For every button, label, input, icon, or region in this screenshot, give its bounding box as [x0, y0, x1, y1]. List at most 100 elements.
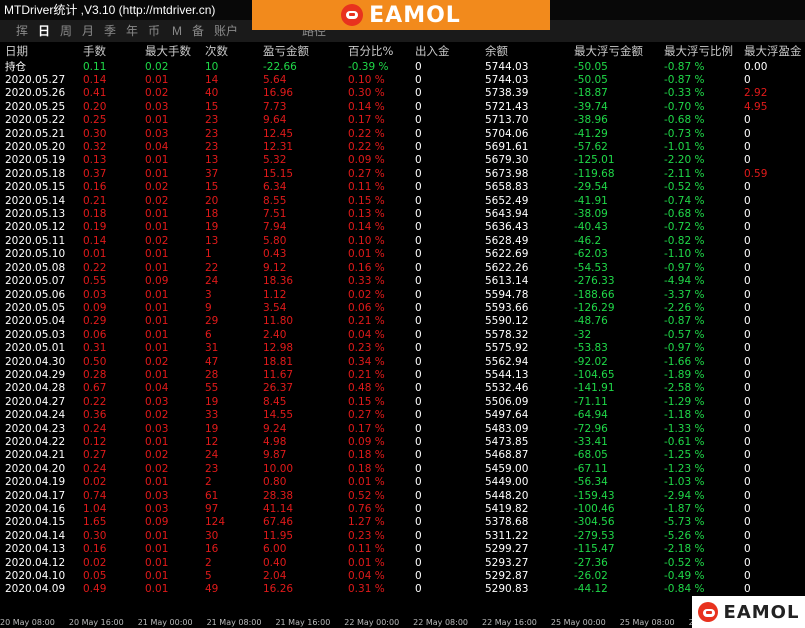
table-row[interactable]: 2020.04.20 0.24 0.02 23 10.00 0.18 % 0 5459.00 -… — [2, 463, 804, 476]
table-cell: -0.70 % — [664, 100, 705, 113]
column-header[interactable]: 最大浮亏比例 — [661, 43, 741, 59]
table-cell: 0 — [744, 301, 751, 314]
table-cell: 5713.70 — [485, 114, 529, 127]
table-row[interactable]: 2020.04.21 0.27 0.02 24 9.87 0.18 % 0 5468.87 -6… — [2, 449, 804, 462]
table-row[interactable]: 2020.05.12 0.19 0.01 19 7.94 0.14 % 0 5636.43 -4… — [2, 221, 804, 234]
column-header[interactable]: 最大手数 — [142, 43, 202, 59]
table-row[interactable]: 2020.05.14 0.21 0.02 20 8.55 0.15 % 0 5652.49 -4… — [2, 195, 804, 208]
table-row[interactable]: 2020.04.23 0.24 0.03 19 9.24 0.17 % 0 5483.09 -7… — [2, 423, 804, 436]
table-cell: 0 — [415, 529, 422, 542]
tab-7[interactable]: M — [172, 20, 182, 42]
table-row[interactable]: 2020.05.21 0.30 0.03 23 12.45 0.22 % 0 5704.06 -… — [2, 128, 804, 141]
table-row[interactable]: 2020.05.11 0.14 0.02 13 5.80 0.10 % 0 5628.49 -4… — [2, 235, 804, 248]
table-cell: 0.23 % — [348, 529, 385, 542]
table-cell: 0.41 — [83, 87, 107, 100]
holding-row[interactable]: 持仓 0.11 0.02 10 -22.66 -0.39 % 0 5744.03 -50.05 -… — [2, 59, 804, 74]
table-cell: 0 — [744, 516, 751, 529]
table-cell: 0.40 — [263, 556, 287, 569]
table-row[interactable]: 2020.04.27 0.22 0.03 19 8.45 0.15 % 0 5506.09 -7… — [2, 396, 804, 409]
holding-cell: -50.05 — [574, 60, 608, 73]
table-cell: 9.12 — [263, 261, 287, 274]
table-row[interactable]: 2020.05.07 0.55 0.09 24 18.36 0.33 % 0 5613.14 -… — [2, 275, 804, 288]
table-row[interactable]: 2020.04.29 0.28 0.01 28 11.67 0.21 % 0 5544.13 -… — [2, 369, 804, 382]
column-header[interactable]: 百分比% — [345, 43, 412, 59]
table-cell: 5704.06 — [485, 127, 529, 140]
table-cell: 2020.05.11 — [5, 234, 66, 247]
table-cell: -0.52 % — [664, 556, 705, 569]
table-row[interactable]: 2020.05.27 0.14 0.01 14 5.64 0.10 % 0 5744.03 -5… — [2, 74, 804, 87]
table-cell: -26.02 — [574, 570, 608, 583]
column-header[interactable]: 最大浮盈金 — [741, 43, 804, 59]
table-row[interactable]: 2020.04.30 0.50 0.02 47 18.81 0.34 % 0 5562.94 -… — [2, 356, 804, 369]
table-row[interactable]: 2020.04.12 0.02 0.01 2 0.40 0.01 % 0 5293.27 -27… — [2, 557, 804, 570]
table-cell: 0.21 % — [348, 315, 385, 328]
table-cell: 3.54 — [263, 301, 287, 314]
table-cell: 55 — [205, 382, 219, 395]
table-row[interactable]: 2020.05.03 0.06 0.01 6 2.40 0.04 % 0 5578.32 -32… — [2, 329, 804, 342]
table-cell: -1.89 % — [664, 368, 705, 381]
table-cell: 11.67 — [263, 368, 294, 381]
table-cell: 2020.04.10 — [5, 570, 66, 583]
table-cell: 0 — [744, 583, 751, 596]
table-cell: -18.87 — [574, 87, 608, 100]
column-header[interactable]: 手数 — [80, 43, 142, 59]
table-row[interactable]: 2020.05.06 0.03 0.01 3 1.12 0.02 % 0 5594.78 -18… — [2, 289, 804, 302]
brand-watermark-bottom: EAMOL — [692, 596, 805, 628]
table-cell: 5613.14 — [485, 275, 529, 288]
table-cell: -188.66 — [574, 288, 615, 301]
table-cell: 0.27 % — [348, 409, 385, 422]
table-cell: -2.26 % — [664, 301, 705, 314]
column-header[interactable]: 次数 — [202, 43, 260, 59]
table-cell: 2020.04.15 — [5, 516, 66, 529]
table-row[interactable]: 2020.05.10 0.01 0.01 1 0.43 0.01 % 0 5622.69 -62… — [2, 248, 804, 261]
table-row[interactable]: 2020.04.13 0.16 0.01 16 6.00 0.11 % 0 5299.27 -1… — [2, 543, 804, 556]
table-cell: 0.05 — [83, 570, 107, 583]
table-row[interactable]: 2020.04.14 0.30 0.01 30 11.95 0.23 % 0 5311.22 -… — [2, 530, 804, 543]
tab-2[interactable]: 周 — [60, 20, 72, 42]
table-row[interactable]: 2020.05.04 0.29 0.01 29 11.80 0.21 % 0 5590.12 -… — [2, 315, 804, 328]
table-row[interactable]: 2020.04.17 0.74 0.03 61 28.38 0.52 % 0 5448.20 -… — [2, 490, 804, 503]
column-header[interactable]: 最大浮亏金额 — [571, 43, 661, 59]
table-row[interactable]: 2020.05.25 0.20 0.03 15 7.73 0.14 % 0 5721.43 -3… — [2, 101, 804, 114]
table-row[interactable]: 2020.05.08 0.22 0.01 22 9.12 0.16 % 0 5622.26 -5… — [2, 262, 804, 275]
table-row[interactable]: 2020.04.19 0.02 0.01 2 0.80 0.01 % 0 5449.00 -56… — [2, 476, 804, 489]
table-row[interactable]: 2020.04.09 0.49 0.01 49 16.26 0.31 % 0 5290.83 -… — [2, 583, 804, 596]
table-cell: -44.12 — [574, 583, 608, 596]
column-header[interactable]: 余额 — [482, 43, 571, 59]
table-cell: 30 — [205, 529, 219, 542]
tab-6[interactable]: 币 — [148, 20, 160, 42]
column-header[interactable]: 日期 — [2, 43, 80, 59]
table-cell: 0.01 — [145, 208, 169, 221]
tab-0[interactable]: 挥 — [16, 20, 28, 42]
tab-1[interactable]: 日 — [38, 20, 50, 42]
table-cell: 5468.87 — [485, 449, 529, 462]
tab-9[interactable]: 账户 — [214, 20, 238, 42]
table-cell: 40 — [205, 87, 219, 100]
table-row[interactable]: 2020.05.18 0.37 0.01 37 15.15 0.27 % 0 5673.98 -… — [2, 168, 804, 181]
table-row[interactable]: 2020.04.28 0.67 0.04 55 26.37 0.48 % 0 5532.46 -… — [2, 382, 804, 395]
column-header[interactable]: 出入金 — [412, 43, 482, 59]
table-row[interactable]: 2020.04.15 1.65 0.09 124 67.46 1.27 % 0 5378.68… — [2, 516, 804, 529]
table-row[interactable]: 2020.05.26 0.41 0.02 40 16.96 0.30 % 0 5738.39 -… — [2, 87, 804, 100]
column-header[interactable]: 盈亏金额 — [260, 43, 345, 59]
tab-8[interactable]: 备 — [192, 20, 204, 42]
tab-3[interactable]: 月 — [82, 20, 94, 42]
table-row[interactable]: 2020.05.22 0.25 0.01 23 9.64 0.17 % 0 5713.70 -3… — [2, 114, 804, 127]
table-row[interactable]: 2020.04.22 0.12 0.01 12 4.98 0.09 % 0 5473.85 -3… — [2, 436, 804, 449]
table-row[interactable]: 2020.05.13 0.18 0.01 18 7.51 0.13 % 0 5643.94 -3… — [2, 208, 804, 221]
tab-5[interactable]: 年 — [126, 20, 138, 42]
table-cell: 0 — [744, 449, 751, 462]
table-cell: -41.29 — [574, 127, 608, 140]
table-row[interactable]: 2020.05.20 0.32 0.04 23 12.31 0.22 % 0 5691.61 -… — [2, 141, 804, 154]
table-row[interactable]: 2020.05.05 0.09 0.01 9 3.54 0.06 % 0 5593.66 -12… — [2, 302, 804, 315]
table-cell: -1.23 % — [664, 462, 705, 475]
tab-4[interactable]: 季 — [104, 20, 116, 42]
table-row[interactable]: 2020.05.15 0.16 0.02 15 6.34 0.11 % 0 5658.83 -2… — [2, 181, 804, 194]
table-cell: -67.11 — [574, 462, 608, 475]
table-row[interactable]: 2020.05.01 0.31 0.01 31 12.98 0.23 % 0 5575.92 -… — [2, 342, 804, 355]
table-row[interactable]: 2020.04.16 1.04 0.03 97 41.14 0.76 % 0 5419.82 -… — [2, 503, 804, 516]
table-row[interactable]: 2020.04.24 0.36 0.02 33 14.55 0.27 % 0 5497.64 -… — [2, 409, 804, 422]
table-row[interactable]: 2020.04.10 0.05 0.01 5 2.04 0.04 % 0 5292.87 -26… — [2, 570, 804, 583]
table-cell: -1.29 % — [664, 395, 705, 408]
table-row[interactable]: 2020.05.19 0.13 0.01 13 5.32 0.09 % 0 5679.30 -1… — [2, 154, 804, 167]
